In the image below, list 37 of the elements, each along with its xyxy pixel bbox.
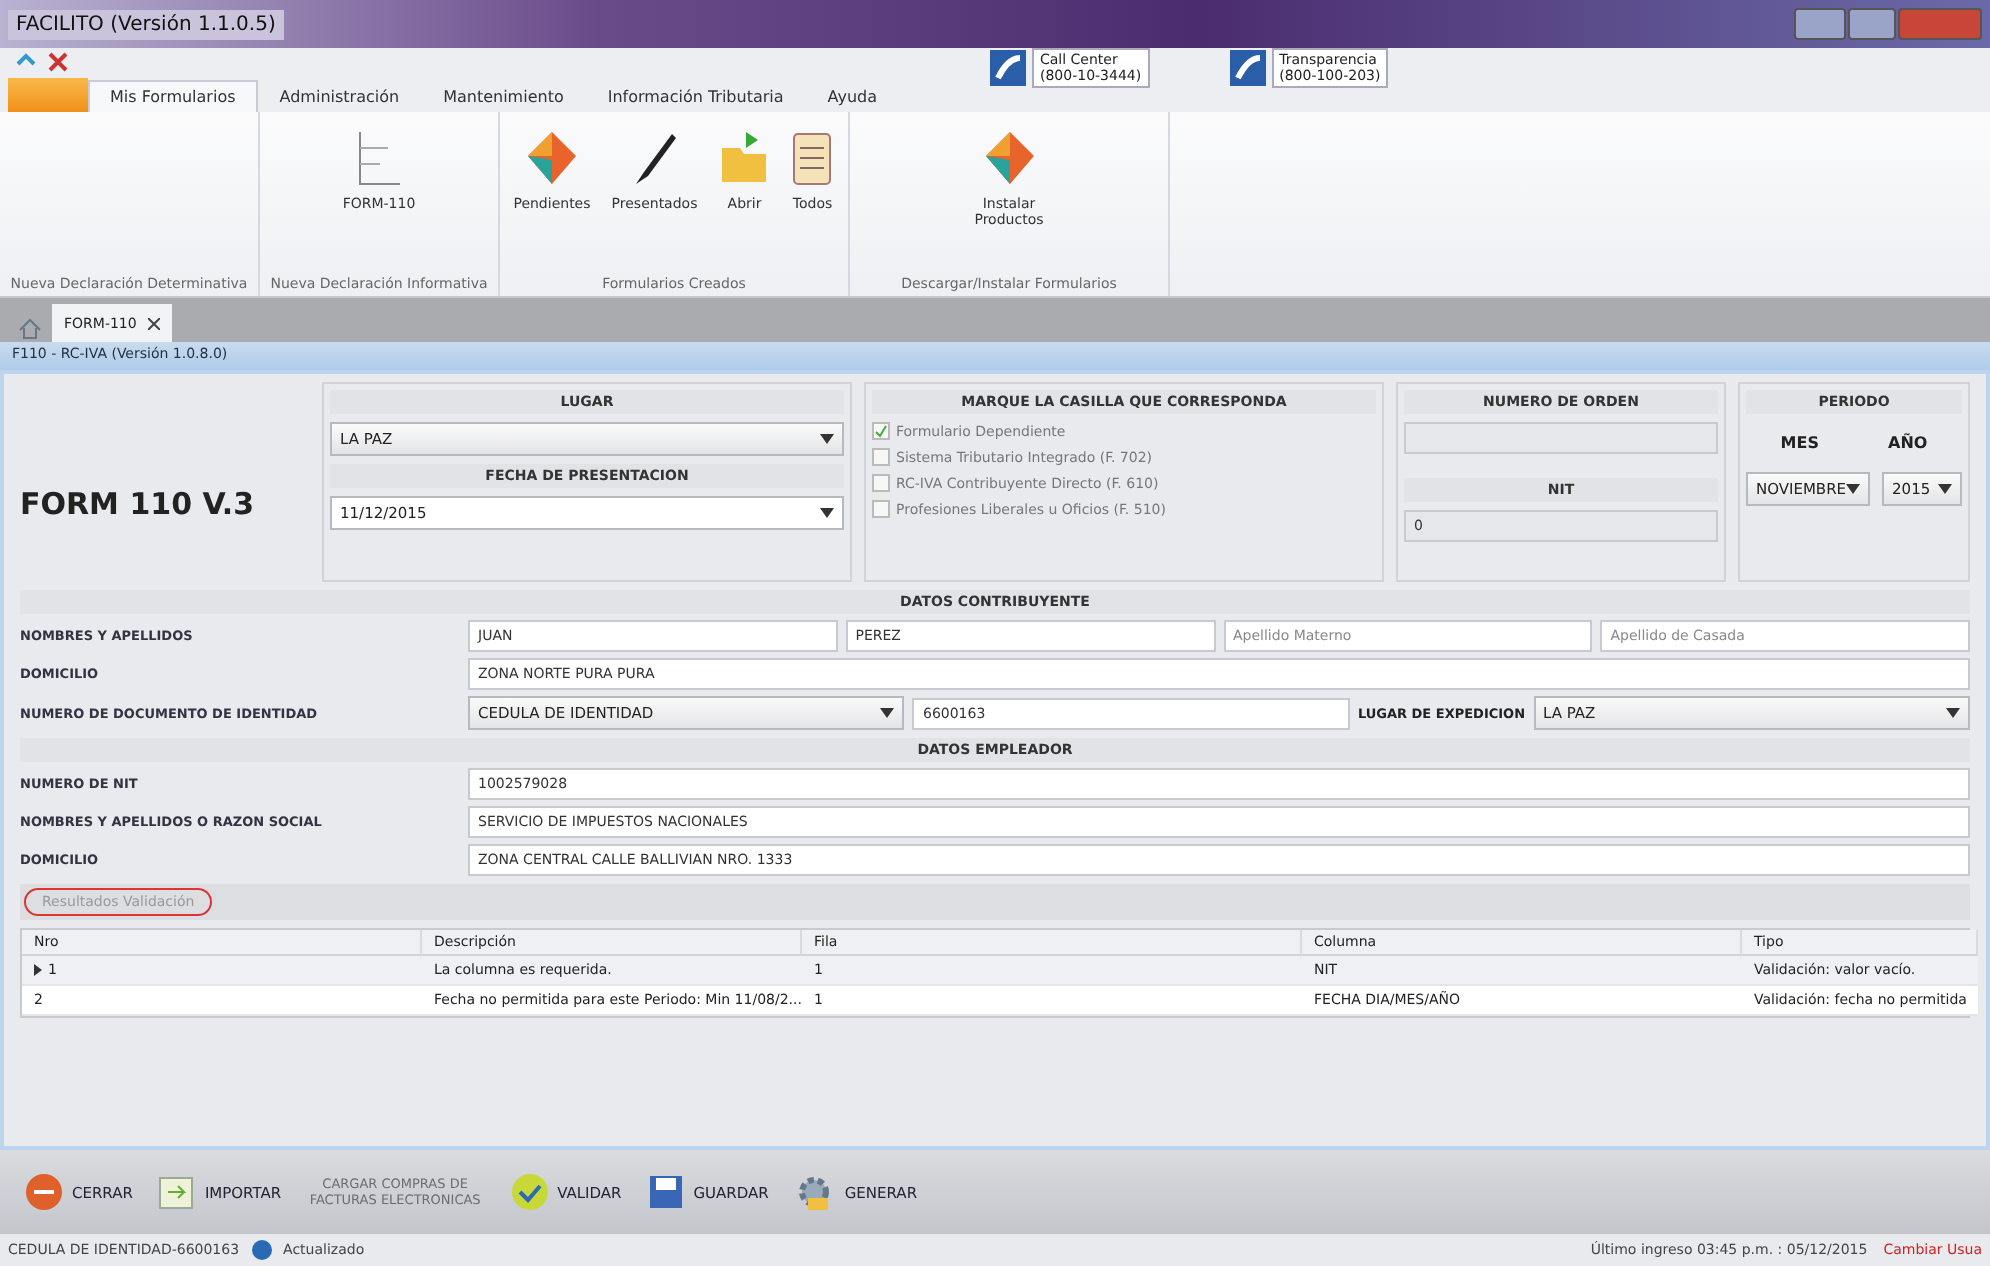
phone-icon <box>990 50 1026 86</box>
checkbox[interactable] <box>872 422 890 440</box>
phone-icon <box>1229 50 1266 86</box>
ribbon-tab[interactable]: Mis Formularios <box>88 80 258 112</box>
clipboard-icon <box>790 128 835 188</box>
caret-icon <box>820 434 834 444</box>
minimize-button[interactable] <box>1794 8 1846 40</box>
row-pointer-icon <box>34 964 42 976</box>
caret-icon <box>1846 484 1861 494</box>
ribbon-tab[interactable]: Administración <box>257 80 422 112</box>
close-icon[interactable] <box>148 317 161 329</box>
check-icon <box>509 1172 550 1212</box>
field-label: AÑO <box>1888 434 1928 452</box>
close-icon[interactable] <box>48 52 68 72</box>
checkbox[interactable] <box>872 500 890 518</box>
ribbon-tab[interactable]: Ayuda <box>805 80 899 112</box>
diamond-icon <box>981 128 1037 188</box>
ribbon-tab[interactable]: Mantenimiento <box>421 80 586 112</box>
form-title: FORM 110 V.3 <box>20 486 257 522</box>
input-field[interactable] <box>1404 422 1718 454</box>
close-icon <box>24 1172 64 1212</box>
maximize-button[interactable] <box>1848 8 1896 40</box>
save-icon <box>645 1172 686 1212</box>
checkbox[interactable] <box>872 474 890 492</box>
caret-icon <box>820 508 834 518</box>
caret-icon <box>1938 484 1952 494</box>
caret-icon <box>880 708 895 718</box>
diamond-icon <box>523 128 580 188</box>
folder-icon <box>718 128 771 188</box>
ribbon-tab[interactable]: Información Tributaria <box>585 80 806 112</box>
window-title: FACILITO (Versión 1.1.0.5) <box>8 9 284 39</box>
check-icon <box>874 424 888 438</box>
caret-icon <box>1946 708 1960 718</box>
close-button[interactable] <box>1898 8 1982 40</box>
import-icon <box>156 1172 197 1212</box>
checkbox[interactable] <box>872 448 890 466</box>
field-label: MES <box>1780 434 1819 452</box>
